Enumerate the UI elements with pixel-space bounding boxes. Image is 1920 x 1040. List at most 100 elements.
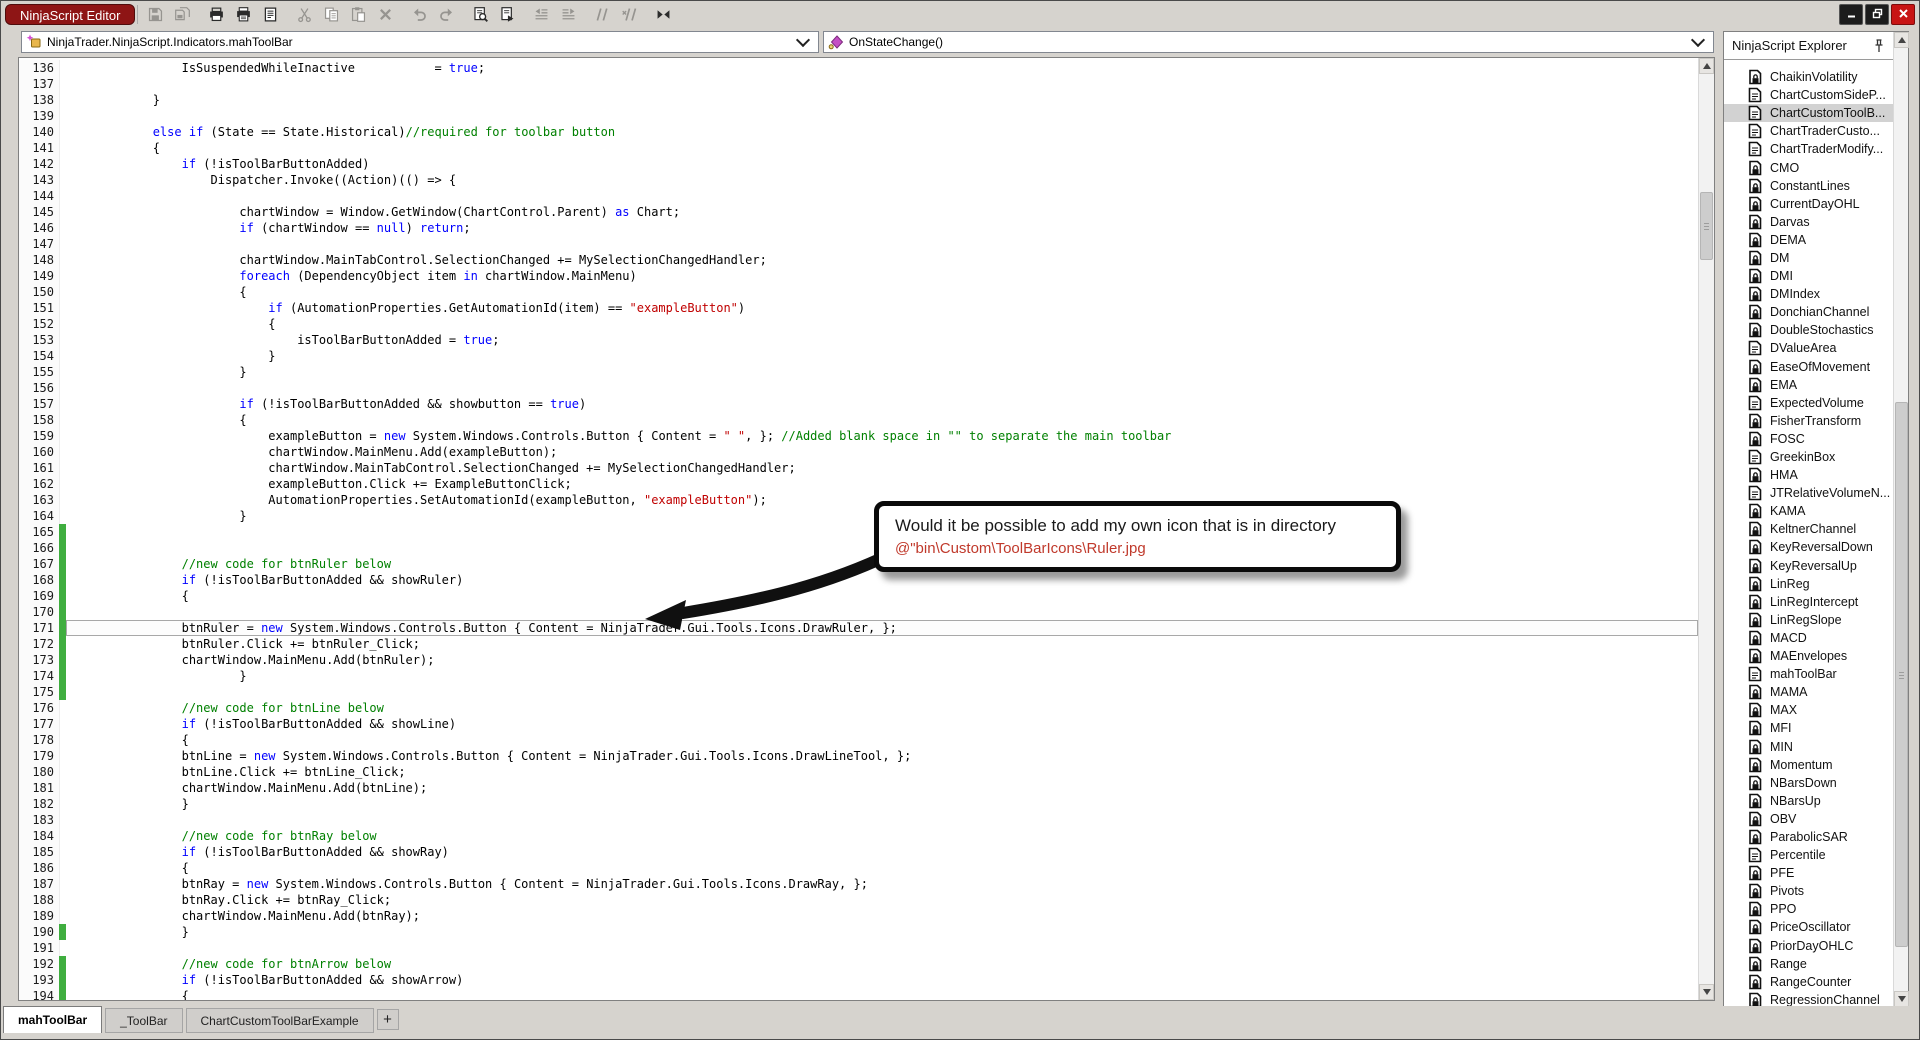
code-line[interactable]: 150 { xyxy=(19,284,1698,300)
paste-button[interactable] xyxy=(347,4,369,25)
code-line[interactable]: 193 if (!isToolBarButtonAdded && showArr… xyxy=(19,972,1698,988)
explorer-item[interactable]: MIN xyxy=(1724,737,1893,755)
code-line[interactable]: 148 chartWindow.MainTabControl.Selection… xyxy=(19,252,1698,268)
tab-ChartCustomToolBarExample[interactable]: ChartCustomToolBarExample xyxy=(185,1008,374,1033)
compile-run-button[interactable] xyxy=(496,4,518,25)
code-line[interactable]: 146 if (chartWindow == null) return; xyxy=(19,220,1698,236)
explorer-item[interactable]: LinRegIntercept xyxy=(1724,593,1893,611)
explorer-item[interactable]: ChartTraderCusto... xyxy=(1724,122,1893,140)
explorer-item[interactable]: DEMA xyxy=(1724,231,1893,249)
explorer-item[interactable]: OBV xyxy=(1724,810,1893,828)
explorer-vertical-scrollbar[interactable] xyxy=(1893,32,1909,1007)
code-lines[interactable]: 136 IsSuspendedWhileInactive = true; 137 1… xyxy=(19,58,1698,1000)
scroll-up-button[interactable] xyxy=(1699,58,1714,74)
scroll-up-button[interactable] xyxy=(1894,32,1909,48)
code-line[interactable]: 138 } xyxy=(19,92,1698,108)
code-line[interactable]: 153 isToolBarButtonAdded = true; xyxy=(19,332,1698,348)
explorer-item[interactable]: ParabolicSAR xyxy=(1724,828,1893,846)
explorer-item[interactable]: ChartCustomToolB... xyxy=(1724,104,1893,123)
explorer-item[interactable]: MFI xyxy=(1724,719,1893,737)
explorer-item[interactable]: KeyReversalUp xyxy=(1724,557,1893,575)
cut-button[interactable] xyxy=(293,4,315,25)
code-line[interactable]: 164 } xyxy=(19,508,1698,524)
code-line[interactable]: 151 if (AutomationProperties.GetAutomati… xyxy=(19,300,1698,316)
code-line[interactable]: 141 { xyxy=(19,140,1698,156)
code-line[interactable]: 154 } xyxy=(19,348,1698,364)
explorer-item[interactable]: Momentum xyxy=(1724,756,1893,774)
explorer-item[interactable]: MACD xyxy=(1724,629,1893,647)
redo-button[interactable] xyxy=(435,4,457,25)
code-line[interactable]: 161 chartWindow.MainTabControl.Selection… xyxy=(19,460,1698,476)
undo-button[interactable] xyxy=(408,4,430,25)
scroll-down-button[interactable] xyxy=(1894,991,1909,1007)
pin-icon[interactable] xyxy=(1873,38,1885,53)
code-line[interactable]: 175 xyxy=(19,684,1698,700)
code-line[interactable]: 160 chartWindow.MainMenu.Add(exampleButt… xyxy=(19,444,1698,460)
explorer-item[interactable]: Pivots xyxy=(1724,882,1893,900)
code-line[interactable]: 163 AutomationProperties.SetAutomationId… xyxy=(19,492,1698,508)
code-line[interactable]: 172 btnRuler.Click += btnRuler_Click; xyxy=(19,636,1698,652)
delete-button[interactable] xyxy=(374,4,396,25)
explorer-item[interactable]: ChaikinVolatility xyxy=(1724,68,1893,86)
code-line[interactable]: 185 if (!isToolBarButtonAdded && showRay… xyxy=(19,844,1698,860)
copy-button[interactable] xyxy=(320,4,342,25)
code-line[interactable]: 149 foreach (DependencyObject item in ch… xyxy=(19,268,1698,284)
explorer-item[interactable]: EMA xyxy=(1724,376,1893,394)
explorer-item[interactable]: DMI xyxy=(1724,267,1893,285)
explorer-item[interactable]: PriorDayOHLC xyxy=(1724,937,1893,955)
explorer-item[interactable]: ChartTraderModify... xyxy=(1724,140,1893,158)
code-line[interactable]: 167 //new code for btnRuler below xyxy=(19,556,1698,572)
code-line[interactable]: 142 if (!isToolBarButtonAdded) xyxy=(19,156,1698,172)
explorer-item[interactable]: LinReg xyxy=(1724,575,1893,593)
method-selector-dropdown[interactable]: OnStateChange() xyxy=(823,31,1714,53)
explorer-item[interactable]: Range xyxy=(1724,955,1893,973)
explorer-item[interactable]: CMO xyxy=(1724,158,1893,176)
editor-scrollbar-thumb[interactable] xyxy=(1700,192,1713,260)
tab-mahToolBar[interactable]: mahToolBar xyxy=(3,1006,103,1033)
code-line[interactable]: 136 IsSuspendedWhileInactive = true; xyxy=(19,60,1698,76)
code-line[interactable]: 189 chartWindow.MainMenu.Add(btnRay); xyxy=(19,908,1698,924)
explorer-item[interactable]: ExpectedVolume xyxy=(1724,394,1893,412)
code-line[interactable]: 156 xyxy=(19,380,1698,396)
code-line[interactable]: 191 xyxy=(19,940,1698,956)
explorer-item[interactable]: DMIndex xyxy=(1724,285,1893,303)
explorer-item[interactable]: DonchianChannel xyxy=(1724,303,1893,321)
explorer-item[interactable]: RegressionChannel xyxy=(1724,991,1893,1007)
code-line[interactable]: 140 else if (State == State.Historical)/… xyxy=(19,124,1698,140)
code-line[interactable]: 188 btnRay.Click += btnRay_Click; xyxy=(19,892,1698,908)
code-line[interactable]: 155 } xyxy=(19,364,1698,380)
code-line[interactable]: 179 btnLine = new System.Windows.Control… xyxy=(19,748,1698,764)
code-line[interactable]: 145 chartWindow = Window.GetWindow(Chart… xyxy=(19,204,1698,220)
explorer-item[interactable]: PriceOscillator xyxy=(1724,918,1893,936)
explorer-item[interactable]: PPO xyxy=(1724,900,1893,918)
explorer-item[interactable]: KeyReversalDown xyxy=(1724,538,1893,556)
explorer-item[interactable]: NBarsDown xyxy=(1724,774,1893,792)
code-line[interactable]: 176 //new code for btnLine below xyxy=(19,700,1698,716)
code-line[interactable]: 162 exampleButton.Click += ExampleButton… xyxy=(19,476,1698,492)
code-line[interactable]: 174 } xyxy=(19,668,1698,684)
code-line[interactable]: 168 if (!isToolBarButtonAdded && showRul… xyxy=(19,572,1698,588)
code-line[interactable]: 144 xyxy=(19,188,1698,204)
explorer-item[interactable]: JTRelativeVolumeN... xyxy=(1724,484,1893,502)
code-line[interactable]: 147 xyxy=(19,236,1698,252)
explorer-item[interactable]: KeltnerChannel xyxy=(1724,520,1893,538)
comment-button[interactable] xyxy=(591,4,613,25)
code-line[interactable]: 171 btnRuler = new System.Windows.Contro… xyxy=(19,620,1698,636)
explorer-item[interactable]: DValueArea xyxy=(1724,339,1893,357)
explorer-item[interactable]: HMA xyxy=(1724,466,1893,484)
code-line[interactable]: 184 //new code for btnRay below xyxy=(19,828,1698,844)
explorer-item[interactable]: mahToolBar xyxy=(1724,665,1893,683)
code-line[interactable]: 158 { xyxy=(19,412,1698,428)
save-button[interactable] xyxy=(144,4,166,25)
code-line[interactable]: 177 if (!isToolBarButtonAdded && showLin… xyxy=(19,716,1698,732)
explorer-item[interactable]: DM xyxy=(1724,249,1893,267)
code-line[interactable]: 194 { xyxy=(19,988,1698,1000)
print-preview-button[interactable] xyxy=(232,4,254,25)
code-line[interactable]: 159 exampleButton = new System.Windows.C… xyxy=(19,428,1698,444)
page-setup-button[interactable] xyxy=(259,4,281,25)
add-tab-button[interactable]: + xyxy=(376,1009,399,1030)
maximize-button[interactable] xyxy=(1865,4,1889,25)
code-line[interactable]: 139 xyxy=(19,108,1698,124)
class-selector-dropdown[interactable]: NinjaTrader.NinjaScript.Indicators.mahTo… xyxy=(21,31,819,53)
code-line[interactable]: 190 } xyxy=(19,924,1698,940)
